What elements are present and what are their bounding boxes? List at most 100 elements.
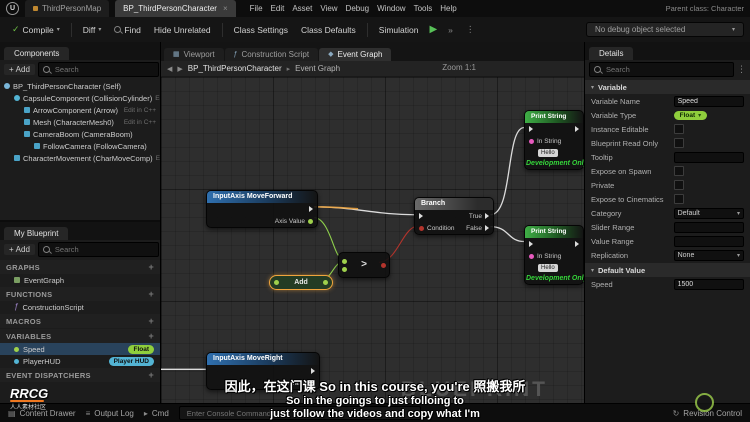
tooltip-input[interactable] [673,151,744,163]
wire-exec-branch-false-print[interactable] [490,225,525,243]
menu-view[interactable]: View [320,4,337,13]
default-speed-input[interactable] [673,278,744,290]
forward-icon[interactable]: ▶ [177,65,182,73]
tab-construction-script[interactable]: ƒ Construction Script [224,48,319,61]
section-variable[interactable]: ▾ Variable [585,80,750,94]
chevron-down-icon[interactable]: ▾ [98,26,101,33]
exec-out-pin[interactable] [575,241,579,247]
exec-out-pin[interactable] [575,126,579,132]
string-value-field[interactable]: Hello [538,149,558,157]
component-row-capsule[interactable]: CapsuleComponent (CollisionCylinder) Edi… [0,92,160,104]
component-row-arrow[interactable]: ArrowComponent (Arrow) Edit in C++ [0,104,160,116]
component-row-charactermovement[interactable]: CharacterMovement (CharMoveComp) Edit in… [0,152,160,164]
details-options-icon[interactable]: ⋮ [737,64,746,75]
category-dropdown[interactable]: Default ▾ [673,207,744,219]
menu-help[interactable]: Help [440,4,456,13]
expose-to-cinematics-checkbox[interactable] [673,194,684,204]
section-default-value[interactable]: ▾ Default Value [585,263,750,277]
node-print-string-bottom[interactable]: Print String In String Hello Development… [524,225,584,285]
component-row-followcamera[interactable]: FollowCamera (FollowCamera) [0,140,160,152]
details-search-input[interactable] [604,64,729,75]
private-checkbox[interactable] [673,180,684,190]
unreal-logo-icon[interactable]: U [6,2,19,15]
add-dispatcher-icon[interactable]: + [148,370,154,379]
node-branch[interactable]: Branch True Condition False [414,197,494,235]
simulation-button[interactable]: Simulation [373,22,425,38]
axis-value-pin[interactable] [308,218,313,224]
node-inputaxis-moveright[interactable]: InputAxis MoveRight Axis Value [206,352,320,390]
component-row-mesh[interactable]: Mesh (CharacterMesh0) Edit in C++ [0,116,160,128]
add-component-button[interactable]: + Add [4,64,35,75]
section-macros[interactable]: MACROS + [0,314,160,328]
close-icon[interactable]: × [223,4,228,13]
section-variables[interactable]: VARIABLES + [0,329,160,343]
string-value-field[interactable]: Hello [538,264,558,272]
function-item-constructionscript[interactable]: ƒ ConstructionScript [0,301,160,313]
my-blueprint-panel-tab[interactable]: My Blueprint [4,227,69,240]
event-graph-canvas[interactable]: BLUEPRINT InputAxis MoveForward Axis Val… [161,77,584,404]
add-output-pin[interactable] [323,280,328,285]
menu-tools[interactable]: Tools [414,4,433,13]
tab-bp-thirdpersoncharacter[interactable]: BP_ThirdPersonCharacter × [115,0,236,17]
compare-input-b-pin[interactable] [342,266,347,272]
exec-out-pin[interactable] [311,368,315,374]
condition-pin[interactable] [419,225,424,231]
wire-exec-branch-true-print[interactable] [490,126,525,216]
compare-result-pin[interactable] [381,262,386,268]
expose-on-spawn-checkbox[interactable] [673,166,684,176]
axis-value-pin[interactable] [310,380,315,386]
tab-viewport[interactable]: ▦ Viewport [164,48,224,61]
play-options-icon[interactable]: ⋮ [460,21,481,38]
variable-item-speed[interactable]: Speed Float [0,343,160,355]
wire-exec-inputaxis-branch[interactable] [314,206,415,216]
slider-range-input[interactable] [673,221,744,233]
hide-unrelated-button[interactable]: Hide Unrelated [148,22,217,38]
output-log-button[interactable]: ≡ Output Log [86,409,134,418]
exec-in-pin[interactable] [529,241,533,247]
components-search-input[interactable] [52,64,154,75]
add-graph-icon[interactable]: + [148,262,154,271]
diff-button[interactable]: Diff ▾ [77,22,108,38]
section-graphs[interactable]: GRAPHS + [0,260,160,274]
instance-editable-checkbox[interactable] [673,124,684,134]
variable-item-playerhud[interactable]: PlayerHUD Player HUD [0,355,160,367]
in-string-pin[interactable] [529,253,534,259]
graph-item-eventgraph[interactable]: EventGraph [0,274,160,286]
compare-input-a-pin[interactable] [342,258,347,264]
add-function-icon[interactable]: + [148,289,154,298]
console-command-field[interactable] [178,406,421,420]
component-row-self[interactable]: BP_ThirdPersonCharacter (Self) [0,80,160,92]
back-icon[interactable]: ◀ [167,65,172,73]
components-search[interactable] [37,62,159,77]
console-command-input[interactable] [184,407,415,419]
components-panel-tab[interactable]: Components [4,47,70,60]
variable-type-dropdown[interactable]: Float ▾ [673,110,708,120]
exec-in-pin[interactable] [529,126,533,132]
menu-edit[interactable]: Edit [271,4,285,13]
add-blueprint-item-button[interactable]: + Add [4,244,35,255]
frame-skip-button[interactable]: » [442,22,459,38]
breadcrumb-root[interactable]: BP_ThirdPersonCharacter [188,64,282,73]
add-variable-icon[interactable]: + [148,331,154,340]
wire-exec-highlight[interactable] [314,206,359,210]
section-functions[interactable]: FUNCTIONS + [0,287,160,301]
menu-file[interactable]: File [250,4,263,13]
false-exec-pin[interactable] [485,225,489,231]
details-search[interactable] [589,62,734,77]
tab-thirdpersonmap[interactable]: ThirdPersonMap [25,0,110,17]
add-input-pin[interactable] [274,280,279,285]
section-event-dispatchers[interactable]: EVENT DISPATCHERS + [0,368,160,382]
cmd-button[interactable]: ▸ Cmd [144,409,169,418]
compile-button[interactable]: ✓ Compile ▾ [6,22,66,38]
in-string-pin[interactable] [529,138,534,144]
tab-event-graph[interactable]: ◆ Event Graph [319,48,392,61]
replication-dropdown[interactable]: None ▾ [673,249,744,261]
chevron-down-icon[interactable]: ▾ [57,26,60,33]
node-greater-than[interactable]: > [338,252,390,278]
node-add-selected[interactable]: Add [269,275,333,290]
add-macro-icon[interactable]: + [148,316,154,325]
debug-object-dropdown[interactable]: No debug object selected ▾ [586,22,744,37]
exec-out-pin[interactable] [309,206,313,212]
component-row-cameraboom[interactable]: CameraBoom (CameraBoom) [0,128,160,140]
value-range-input[interactable] [673,235,744,247]
